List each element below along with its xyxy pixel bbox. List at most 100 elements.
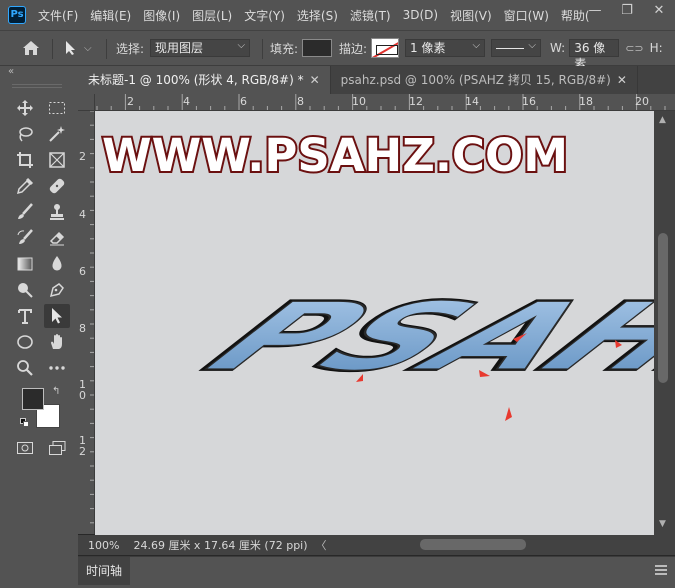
close-button[interactable]: ✕ (643, 0, 675, 24)
artwork: WWW.PSAHZ.COM PSAHZ PSAHZ (100, 127, 654, 421)
tool-preset-picker[interactable]: ⌵ (64, 31, 92, 65)
ruler-label: 14 (465, 95, 479, 108)
quick-mask-icon[interactable] (12, 436, 38, 460)
menu-window[interactable]: 窗口(W) (504, 7, 549, 24)
scroll-up-icon[interactable]: ▲ (659, 115, 666, 125)
lasso-tool-icon[interactable] (12, 122, 38, 146)
menu-items: 文件(F) 编辑(E) 图像(I) 图层(L) 文字(Y) 选择(S) 滤镜(T… (38, 0, 602, 30)
ruler-label: 8 (79, 322, 86, 335)
menu-layer[interactable]: 图层(L) (192, 7, 232, 24)
ruler-label: 18 (579, 95, 593, 108)
vertical-scrollbar[interactable]: ▲ ▼ (654, 111, 675, 535)
history-brush-tool-icon[interactable] (12, 226, 38, 250)
stroke-label: 描边: (339, 41, 368, 56)
menu-type[interactable]: 文字(Y) (244, 7, 285, 24)
width-input[interactable]: 36 像素 (569, 39, 620, 71)
menu-bar: Ps 文件(F) 编辑(E) 图像(I) 图层(L) 文字(Y) 选择(S) 滤… (0, 0, 675, 30)
stroke-line-icon (496, 48, 524, 49)
carved-text-group: PSAHZ PSAHZ (159, 281, 654, 394)
zoom-level[interactable]: 100% (88, 539, 119, 552)
path-selection-tool-icon[interactable] (44, 304, 70, 328)
ruler-label: 6 (240, 95, 247, 108)
document-canvas[interactable]: WWW.PSAHZ.COM PSAHZ PSAHZ (95, 111, 654, 535)
direct-selection-arrow-icon (66, 41, 75, 55)
marquee-tool-icon[interactable] (44, 96, 70, 120)
menu-edit[interactable]: 编辑(E) (90, 7, 131, 24)
brush-tool-icon[interactable] (12, 200, 38, 224)
move-tool-icon[interactable] (12, 96, 38, 120)
type-tool-icon[interactable] (12, 304, 38, 328)
default-colors-icon[interactable] (20, 418, 30, 428)
timeline-panel: 时间轴 (78, 556, 675, 588)
chevron-down-icon: ⌵ (84, 42, 92, 54)
ruler-label: 6 (79, 265, 86, 278)
hand-tool-icon[interactable] (44, 330, 70, 354)
panel-menu-icon[interactable] (655, 565, 667, 575)
close-tab-icon[interactable]: ✕ (310, 66, 320, 94)
more-tools-icon[interactable] (44, 356, 70, 380)
horizontal-ruler[interactable]: 2 4 6 8 10 12 14 16 18 20 (95, 94, 675, 111)
healing-brush-tool-icon[interactable] (44, 174, 70, 198)
menu-3d[interactable]: 3D(D) (403, 8, 438, 22)
ruler-label: 1 2 (79, 434, 86, 458)
vertical-scroll-thumb[interactable] (658, 233, 668, 383)
magic-wand-tool-icon[interactable] (44, 122, 70, 146)
eraser-tool-icon[interactable] (44, 226, 70, 250)
scroll-down-icon[interactable]: ▼ (659, 519, 666, 529)
height-label: H: (649, 41, 663, 55)
foreground-color-swatch[interactable] (22, 388, 44, 410)
link-icon[interactable]: ⊂⊃ (625, 42, 643, 55)
ruler-label: 4 (79, 208, 86, 221)
eyedropper-tool-icon[interactable] (12, 174, 38, 198)
minimize-button[interactable]: — (579, 0, 611, 24)
zoom-tool-icon[interactable] (12, 356, 38, 380)
photoshop-logo-icon: Ps (8, 6, 26, 24)
ruler-label: 4 (183, 95, 190, 108)
select-layer-dropdown[interactable]: 现用图层 (150, 38, 251, 57)
crop-tool-icon[interactable] (12, 148, 38, 172)
pen-tool-icon[interactable] (44, 278, 70, 302)
home-icon (23, 41, 39, 55)
vertical-ruler[interactable]: 2 4 6 8 1 0 1 2 (78, 111, 95, 534)
carved-text: PSAHZ (164, 283, 654, 391)
select-label: 选择: (116, 41, 145, 56)
ruler-label: 2 (127, 95, 134, 108)
swap-colors-icon[interactable]: ↰ (52, 386, 60, 397)
tab-label: psahz.psd @ 100% (PSAHZ 拷贝 15, RGB/8#) (340, 73, 611, 87)
status-arrow-icon[interactable]: 〈 (316, 537, 327, 553)
stroke-color-swatch[interactable] (371, 38, 400, 58)
home-button[interactable] (20, 31, 42, 65)
ruler-label: 8 (297, 95, 304, 108)
collapse-panel-icon[interactable]: « (8, 66, 14, 77)
menu-view[interactable]: 视图(V) (450, 7, 492, 24)
frame-tool-icon[interactable] (44, 148, 70, 172)
restore-button[interactable]: ❐ (611, 0, 643, 24)
fill-label: 填充: (270, 41, 299, 56)
tab-untitled-1[interactable]: 未标题-1 @ 100% (形状 4, RGB/8#) * ✕ (78, 66, 331, 94)
panel-grip[interactable] (12, 84, 62, 88)
menu-file[interactable]: 文件(F) (38, 7, 78, 24)
stroke-width-dropdown[interactable]: 1 像素 (405, 38, 486, 57)
dodge-tool-icon[interactable] (12, 278, 38, 302)
blur-tool-icon[interactable] (44, 252, 70, 276)
menu-select[interactable]: 选择(S) (297, 7, 338, 24)
close-tab-icon[interactable]: ✕ (617, 66, 627, 94)
timeline-tab[interactable]: 时间轴 (78, 557, 131, 585)
fill-color-swatch[interactable] (302, 39, 333, 57)
ruler-label: 1 0 (79, 378, 86, 402)
tab-psahz-psd[interactable]: psahz.psd @ 100% (PSAHZ 拷贝 15, RGB/8#) ✕ (331, 66, 638, 94)
stroke-type-dropdown[interactable] (491, 38, 541, 57)
horizontal-scroll-thumb[interactable] (420, 539, 526, 550)
screen-mode-icon[interactable] (44, 436, 70, 460)
ruler-label: 20 (635, 95, 649, 108)
ellipse-tool-icon[interactable] (12, 330, 38, 354)
gradient-tool-icon[interactable] (12, 252, 38, 276)
menu-filter[interactable]: 滤镜(T) (350, 7, 391, 24)
ruler-corner[interactable] (78, 94, 95, 111)
clone-stamp-tool-icon[interactable] (44, 200, 70, 224)
menu-image[interactable]: 图像(I) (143, 7, 180, 24)
window-controls: — ❐ ✕ (579, 0, 675, 24)
photoshop-window: Ps 文件(F) 编辑(E) 图像(I) 图层(L) 文字(Y) 选择(S) 滤… (0, 0, 675, 588)
width-label: W: (550, 41, 566, 55)
document-area: 未标题-1 @ 100% (形状 4, RGB/8#) * ✕ psahz.psd… (78, 66, 675, 588)
